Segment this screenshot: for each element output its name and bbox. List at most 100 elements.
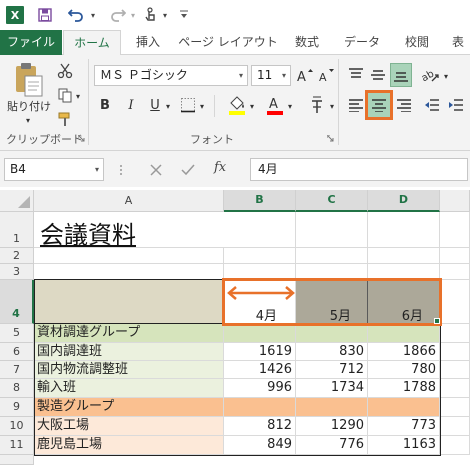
value-cell[interactable]: 1734: [296, 379, 368, 398]
cell[interactable]: [440, 343, 470, 361]
row-header[interactable]: 6: [0, 343, 34, 361]
font-color-dropdown-icon[interactable]: ▾: [286, 101, 294, 111]
fill-color-icon[interactable]: [226, 93, 248, 117]
decrease-indent-icon[interactable]: [422, 95, 442, 115]
bottom-align-icon[interactable]: [390, 63, 412, 87]
cancel-icon[interactable]: [148, 162, 164, 178]
row-header[interactable]: [0, 455, 34, 465]
decrease-font-size-icon[interactable]: A: [318, 65, 336, 85]
value-cell[interactable]: 780: [368, 361, 440, 379]
value-cell[interactable]: 712: [296, 361, 368, 379]
value-cell[interactable]: 830: [296, 343, 368, 361]
cell[interactable]: [296, 398, 368, 417]
clipboard-launcher-icon[interactable]: [77, 134, 85, 142]
cell[interactable]: [440, 280, 470, 324]
value-cell[interactable]: 1163: [368, 436, 440, 455]
italic-button[interactable]: I: [122, 95, 140, 115]
row-label[interactable]: 鹿児島工場: [34, 436, 224, 455]
row-header[interactable]: 7: [0, 361, 34, 379]
row-label[interactable]: 国内物流調整班: [34, 361, 224, 379]
cell[interactable]: [440, 361, 470, 379]
row-header[interactable]: 1: [0, 212, 34, 248]
cell[interactable]: [368, 248, 440, 264]
cell[interactable]: [368, 398, 440, 417]
cell[interactable]: [224, 398, 296, 417]
row-label[interactable]: 輸入班: [34, 379, 224, 398]
cell[interactable]: [34, 264, 224, 280]
cell[interactable]: [440, 248, 470, 264]
column-header-e[interactable]: [440, 190, 470, 212]
column-header-c[interactable]: C: [296, 190, 368, 212]
cell-c4-may[interactable]: 5月: [296, 280, 368, 324]
phonetic-guide-icon[interactable]: [306, 93, 328, 117]
row-header[interactable]: 8: [0, 379, 34, 398]
font-name-combo[interactable]: ＭＳ Ｐゴシック ▾: [94, 65, 248, 86]
paste-label[interactable]: 貼り付け: [4, 99, 54, 113]
bold-button[interactable]: B: [96, 95, 114, 115]
cell[interactable]: [224, 248, 296, 264]
cell[interactable]: [34, 248, 224, 264]
tab-home[interactable]: ホーム: [63, 30, 121, 56]
row-header[interactable]: 9: [0, 398, 34, 417]
tab-file[interactable]: ファイル: [0, 30, 62, 55]
group-label[interactable]: 資材調達グループ: [34, 324, 224, 343]
tab-data[interactable]: データ: [336, 30, 388, 55]
cell[interactable]: [440, 212, 470, 248]
touch-dropdown-icon[interactable]: ▾: [160, 6, 170, 24]
font-launcher-icon[interactable]: [326, 134, 334, 142]
tab-formulas[interactable]: 数式: [284, 30, 330, 55]
formula-input[interactable]: 4月: [250, 158, 468, 181]
phonetic-dropdown-icon[interactable]: ▾: [328, 101, 336, 111]
cell[interactable]: [440, 264, 470, 280]
cell[interactable]: [296, 212, 368, 248]
cell[interactable]: [296, 248, 368, 264]
cell[interactable]: [368, 324, 440, 343]
cell[interactable]: [224, 264, 296, 280]
format-painter-icon[interactable]: [54, 109, 76, 129]
enter-icon[interactable]: [180, 162, 196, 178]
copy-dropdown-icon[interactable]: ▾: [74, 91, 82, 101]
font-size-combo[interactable]: 11 ▾: [251, 65, 291, 86]
customize-toolbar-icon[interactable]: [178, 6, 190, 24]
column-header-b[interactable]: B: [224, 190, 296, 212]
tab-review[interactable]: 校閲: [394, 30, 440, 55]
cell[interactable]: [440, 379, 470, 398]
redo-icon[interactable]: [108, 6, 128, 24]
value-cell[interactable]: 812: [224, 417, 296, 436]
touch-mode-icon[interactable]: [142, 6, 160, 24]
cut-icon[interactable]: [54, 61, 76, 81]
align-left-icon[interactable]: [346, 95, 366, 115]
cell[interactable]: [224, 212, 296, 248]
row-header[interactable]: 10: [0, 417, 34, 436]
font-name-dropdown-icon[interactable]: ▾: [239, 66, 243, 85]
paste-dropdown-icon[interactable]: ▾: [22, 115, 34, 125]
orientation-icon[interactable]: ab: [420, 65, 442, 85]
borders-dropdown-icon[interactable]: ▾: [198, 101, 206, 111]
value-cell[interactable]: 773: [368, 417, 440, 436]
row-header[interactable]: 5: [0, 324, 34, 343]
underline-button[interactable]: U: [146, 95, 164, 115]
borders-icon[interactable]: [178, 95, 198, 115]
tab-view[interactable]: 表: [452, 30, 470, 55]
value-cell[interactable]: 849: [224, 436, 296, 455]
fill-color-dropdown-icon[interactable]: ▾: [248, 101, 256, 111]
fill-handle[interactable]: [434, 318, 440, 324]
column-header-d[interactable]: D: [368, 190, 440, 212]
top-align-icon[interactable]: [346, 65, 366, 85]
underline-dropdown-icon[interactable]: ▾: [164, 101, 172, 111]
font-color-icon[interactable]: A: [264, 93, 286, 117]
cell-a4[interactable]: [34, 280, 224, 324]
group-label[interactable]: 製造グループ: [34, 398, 224, 417]
align-center-button[interactable]: [365, 90, 393, 120]
value-cell[interactable]: 1426: [224, 361, 296, 379]
value-cell[interactable]: 1788: [368, 379, 440, 398]
copy-icon[interactable]: [54, 85, 76, 105]
cell-a1[interactable]: 会議資料: [34, 212, 224, 248]
row-header[interactable]: 11: [0, 436, 34, 455]
tab-page-layout[interactable]: ページ レイアウト: [176, 30, 280, 55]
value-cell[interactable]: 1290: [296, 417, 368, 436]
align-right-icon[interactable]: [394, 95, 414, 115]
select-all-corner[interactable]: [0, 190, 34, 212]
row-header[interactable]: 4: [0, 280, 34, 324]
name-box-dropdown-icon[interactable]: ▾: [95, 159, 99, 180]
